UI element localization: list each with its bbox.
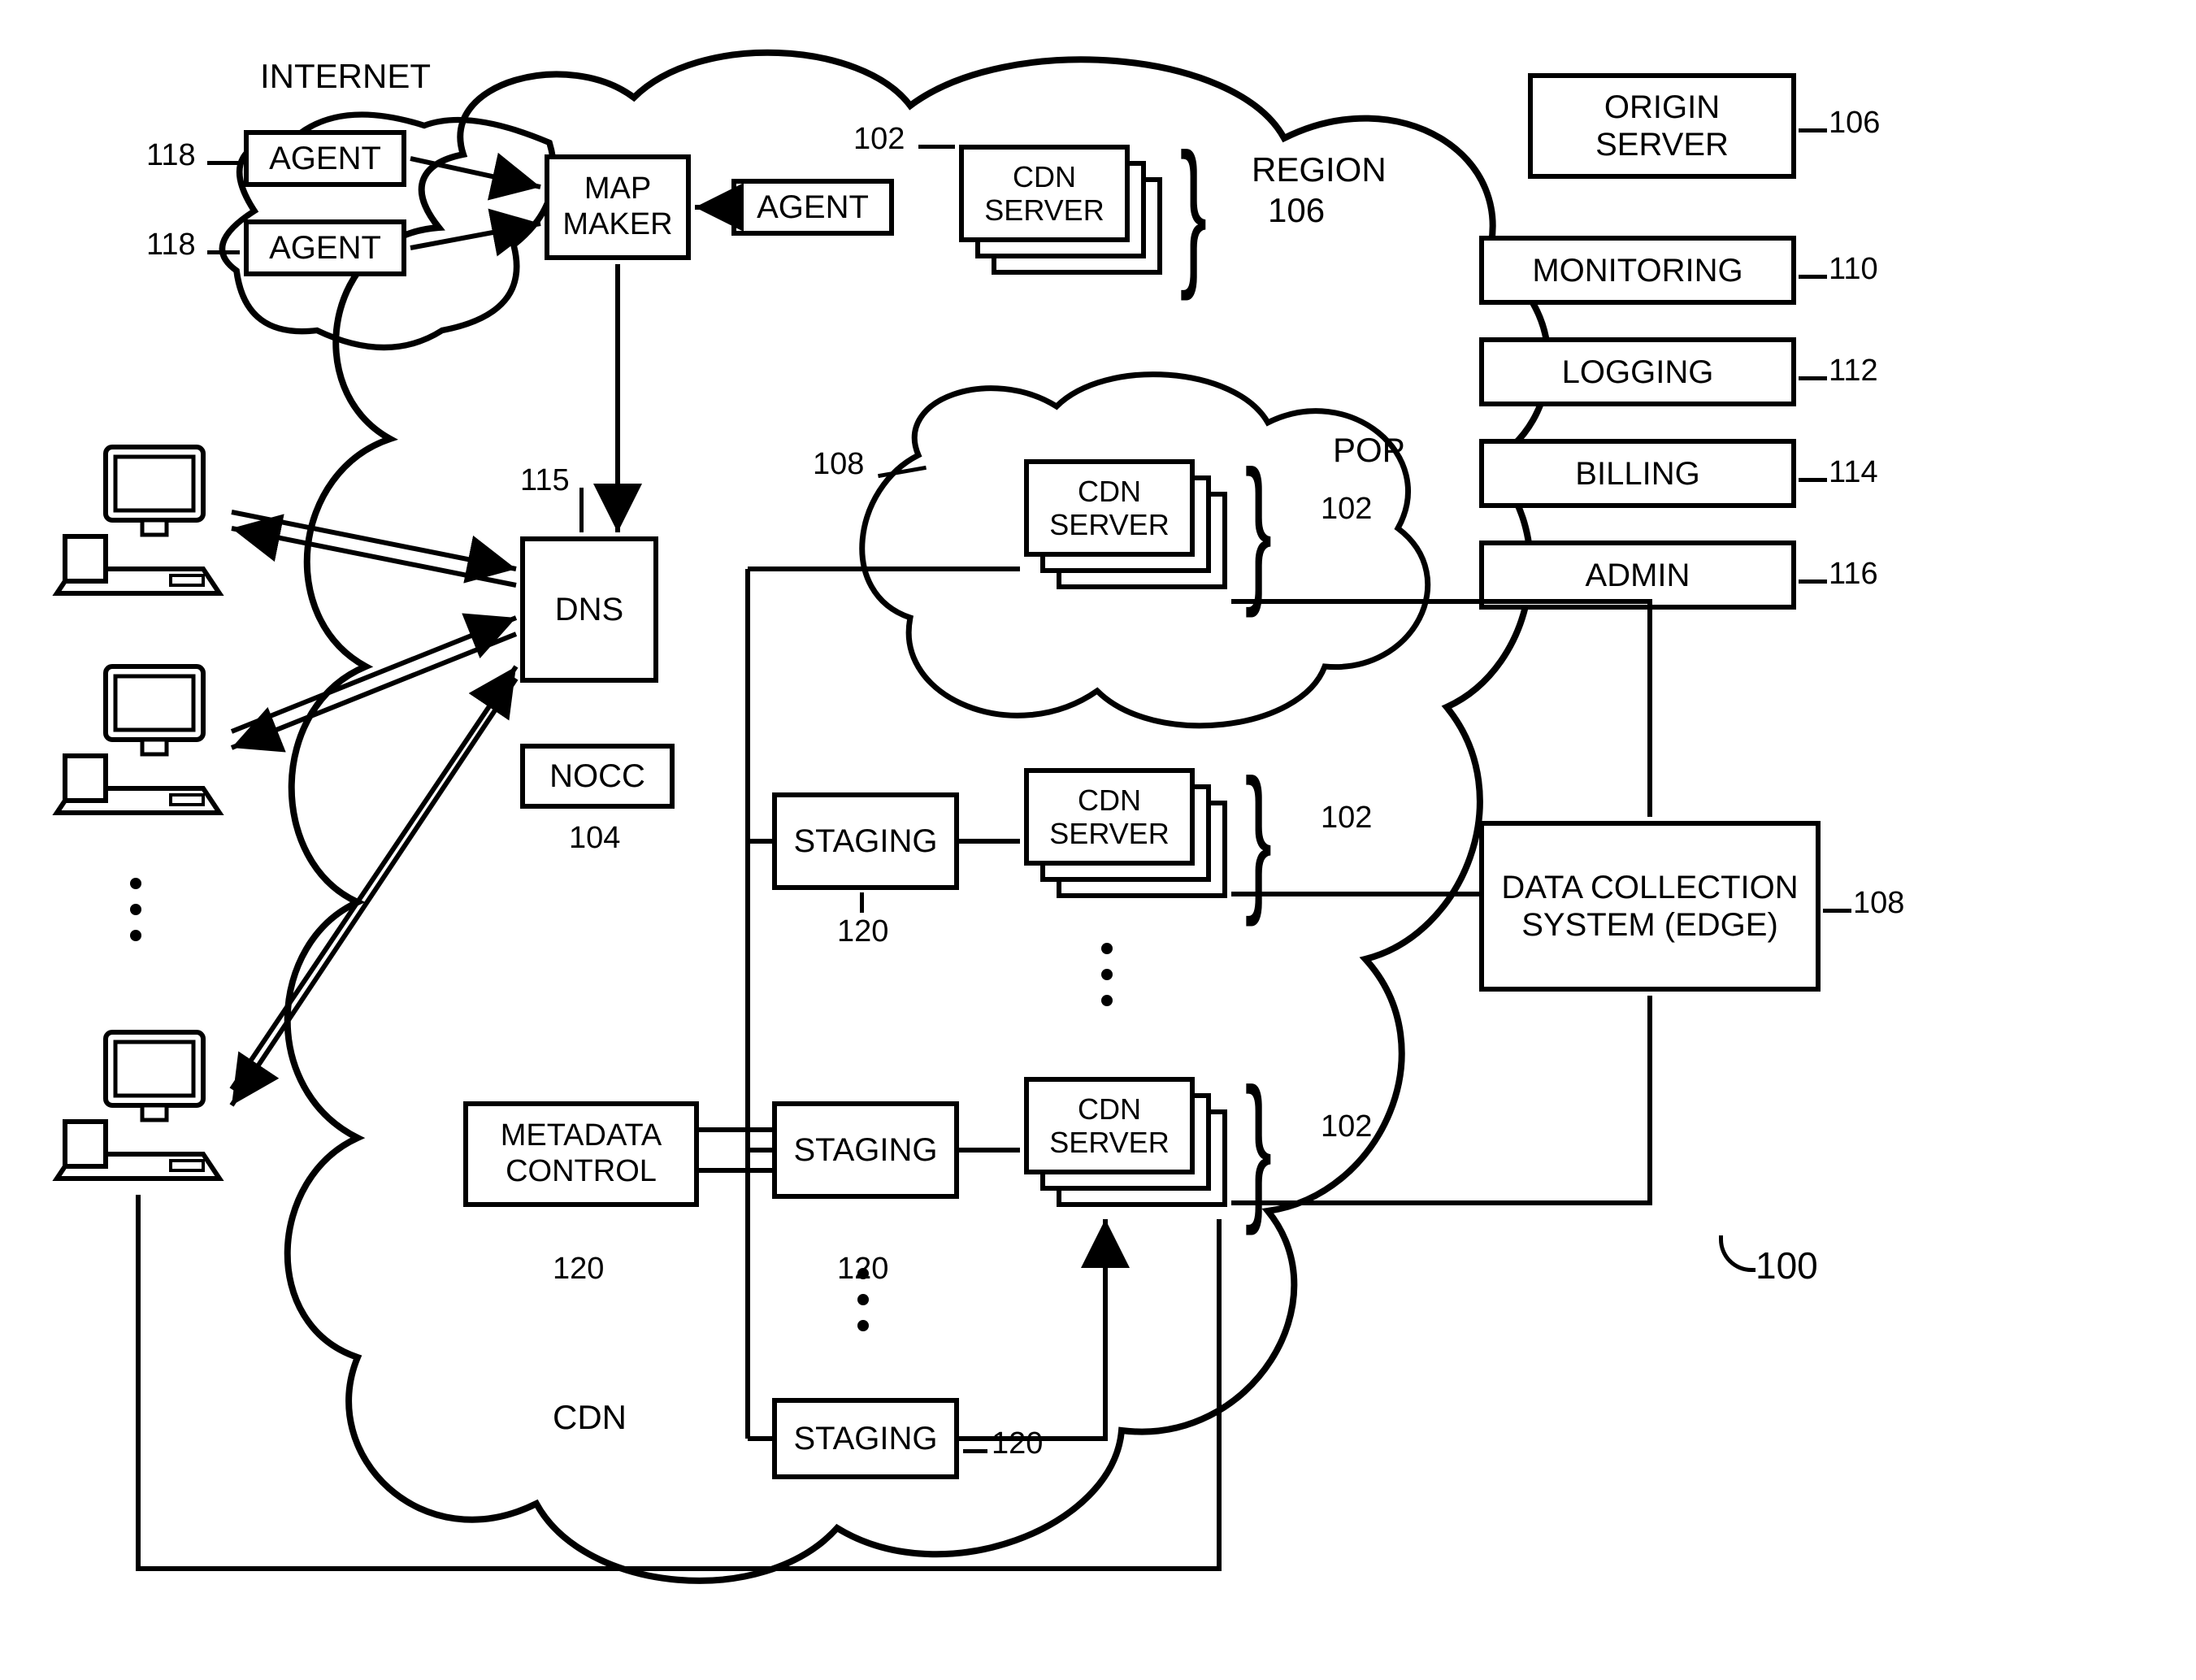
ref-110: 110 <box>1829 252 1878 287</box>
cdn-server-region-box: CDN SERVER <box>959 145 1130 242</box>
agent-1-box: AGENT <box>244 130 406 187</box>
dns-box: DNS <box>520 536 658 683</box>
brace-3: } <box>1245 1053 1272 1239</box>
agent-3-box: AGENT <box>731 179 894 236</box>
admin-box: ADMIN <box>1479 540 1796 610</box>
ref-114: 114 <box>1829 455 1878 490</box>
brace-pop: } <box>1245 435 1272 622</box>
logging-box: LOGGING <box>1479 337 1796 406</box>
region-label: REGION <box>1252 150 1387 189</box>
map-maker-box: MAP MAKER <box>545 154 691 260</box>
ref-102-2: 102 <box>1321 801 1372 836</box>
agent-2-box: AGENT <box>244 219 406 276</box>
dots-staging <box>857 1268 869 1331</box>
cdn-server-pop-box: CDN SERVER <box>1024 459 1195 557</box>
staging-2-box: STAGING <box>772 1101 959 1199</box>
data-collection-box: DATA COLLECTION SYSTEM (EDGE) <box>1479 821 1821 992</box>
ref-106-region: 106 <box>1268 191 1325 230</box>
cdn-server-2-box: CDN SERVER <box>1024 768 1195 866</box>
ref-102-3: 102 <box>1321 1109 1372 1144</box>
internet-label: INTERNET <box>260 57 431 96</box>
nocc-box: NOCC <box>520 744 675 809</box>
ref-120-meta: 120 <box>553 1252 604 1287</box>
brace-region: } <box>1180 118 1207 305</box>
staging-1-box: STAGING <box>772 792 959 890</box>
cdn-label: CDN <box>553 1398 627 1437</box>
pop-label: POP <box>1333 431 1405 470</box>
computer-1-icon <box>49 439 228 601</box>
computer-2-icon <box>49 658 228 821</box>
ref-115: 115 <box>520 463 570 498</box>
ref-106-origin: 106 <box>1829 106 1880 141</box>
monitoring-box: MONITORING <box>1479 236 1796 305</box>
origin-server-box: ORIGIN SERVER <box>1528 73 1796 179</box>
ref-112: 112 <box>1829 354 1878 389</box>
ref-102-top: 102 <box>853 122 905 157</box>
ref-104: 104 <box>569 821 620 856</box>
diagram-stage: INTERNET AGENT AGENT 118 118 MAP MAKER A… <box>0 0 2196 1680</box>
ref-108-dcs: 108 <box>1853 886 1904 921</box>
staging-3-box: STAGING <box>772 1398 959 1479</box>
ref-108-pop: 108 <box>813 447 864 482</box>
ref-102-pop: 102 <box>1321 492 1372 527</box>
ref-116: 116 <box>1829 557 1878 592</box>
ref-100: 100 <box>1755 1244 1818 1287</box>
ref-118b: 118 <box>146 228 196 263</box>
billing-box: BILLING <box>1479 439 1796 508</box>
ref-120c: 120 <box>992 1426 1043 1461</box>
brace-2: } <box>1245 744 1272 931</box>
metadata-control-box: METADATA CONTROL <box>463 1101 699 1207</box>
computer-3-icon <box>49 1024 228 1187</box>
dots-computers <box>130 878 141 941</box>
dots-servers <box>1101 943 1113 1006</box>
cdn-server-3-box: CDN SERVER <box>1024 1077 1195 1174</box>
ref-120a: 120 <box>837 914 888 949</box>
ref-118a: 118 <box>146 138 196 173</box>
